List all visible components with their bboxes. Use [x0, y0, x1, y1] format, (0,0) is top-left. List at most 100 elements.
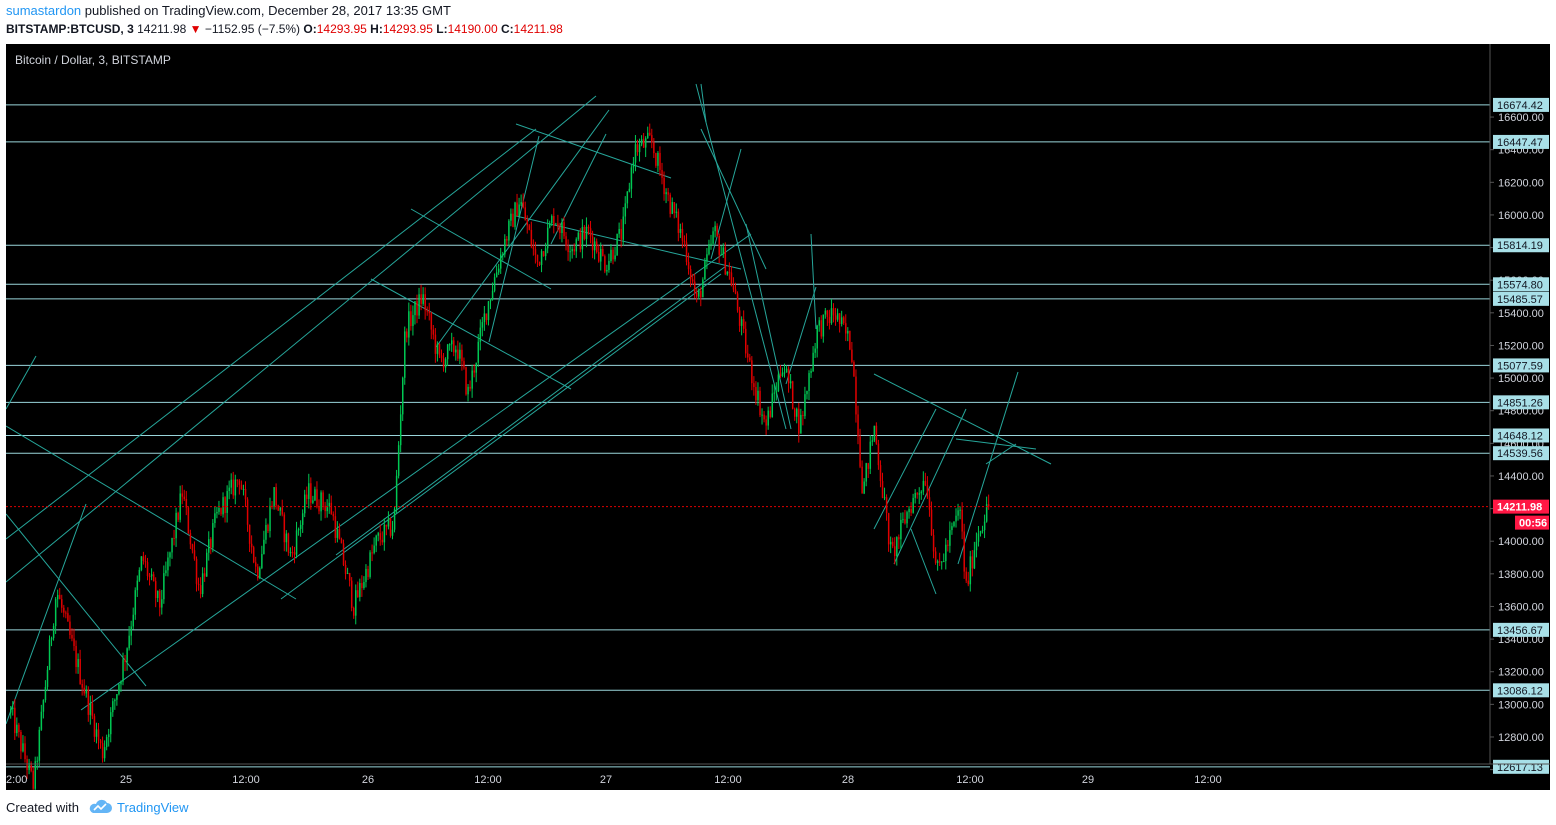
candle[interactable]: [438, 343, 441, 359]
candle[interactable]: [753, 376, 755, 396]
candle[interactable]: [806, 390, 808, 400]
candle[interactable]: [687, 252, 690, 275]
candle[interactable]: [977, 525, 980, 547]
candle[interactable]: [77, 653, 79, 674]
candle[interactable]: [775, 382, 778, 401]
candle[interactable]: [520, 194, 522, 207]
candle[interactable]: [655, 152, 657, 168]
candle[interactable]: [481, 316, 484, 337]
candle[interactable]: [704, 257, 706, 280]
candle[interactable]: [171, 537, 173, 559]
candle[interactable]: [371, 544, 373, 562]
candle[interactable]: [863, 478, 865, 495]
candle[interactable]: [226, 485, 228, 523]
candle[interactable]: [473, 364, 475, 378]
candle[interactable]: [167, 551, 169, 577]
candle[interactable]: [287, 532, 290, 556]
level-price-tag[interactable]: 15077.59: [1493, 358, 1549, 373]
candle[interactable]: [824, 307, 827, 319]
candle[interactable]: [714, 221, 716, 238]
candle[interactable]: [301, 509, 304, 533]
candle[interactable]: [889, 536, 892, 554]
candle[interactable]: [642, 132, 645, 149]
candle[interactable]: [708, 239, 710, 256]
candle[interactable]: [673, 201, 676, 219]
candle[interactable]: [920, 490, 923, 500]
candle[interactable]: [404, 326, 406, 385]
candle[interactable]: [365, 564, 367, 588]
trend-line[interactable]: [955, 438, 1037, 450]
candle[interactable]: [212, 519, 214, 553]
candle[interactable]: [702, 277, 704, 298]
candle[interactable]: [487, 300, 490, 326]
candle[interactable]: [896, 536, 898, 566]
candle[interactable]: [606, 264, 608, 276]
candle[interactable]: [375, 534, 377, 553]
candle[interactable]: [173, 529, 175, 546]
candle[interactable]: [399, 405, 402, 453]
candle[interactable]: [281, 499, 284, 517]
level-price-tag[interactable]: 12617.13: [1493, 759, 1549, 774]
candle[interactable]: [361, 575, 363, 597]
candle[interactable]: [785, 365, 788, 373]
candle[interactable]: [240, 480, 243, 490]
candle[interactable]: [936, 559, 939, 571]
candle[interactable]: [908, 506, 910, 519]
candle[interactable]: [577, 230, 580, 241]
candle[interactable]: [126, 647, 128, 671]
candle[interactable]: [316, 481, 318, 509]
candle[interactable]: [981, 525, 984, 534]
candle[interactable]: [546, 219, 549, 254]
candle[interactable]: [138, 567, 141, 582]
candle[interactable]: [161, 589, 163, 615]
candle[interactable]: [179, 485, 181, 523]
candle[interactable]: [16, 717, 18, 737]
candle[interactable]: [553, 208, 555, 234]
candle[interactable]: [589, 220, 592, 244]
candle[interactable]: [745, 321, 747, 358]
candle[interactable]: [834, 307, 837, 326]
candle[interactable]: [459, 342, 461, 365]
candle[interactable]: [34, 756, 37, 790]
candle[interactable]: [214, 506, 216, 528]
candle[interactable]: [963, 523, 965, 579]
candle[interactable]: [20, 729, 22, 760]
candle[interactable]: [350, 577, 353, 612]
candle[interactable]: [377, 531, 380, 542]
candle[interactable]: [54, 597, 57, 634]
candle[interactable]: [953, 521, 955, 528]
candle[interactable]: [81, 679, 83, 696]
candle[interactable]: [299, 520, 302, 537]
candle[interactable]: [632, 156, 635, 174]
candle[interactable]: [95, 722, 98, 744]
candle[interactable]: [742, 310, 745, 334]
chart-area[interactable]: 12400.0012600.0012800.0013000.0013200.00…: [6, 44, 1550, 790]
candle[interactable]: [108, 728, 110, 747]
candle[interactable]: [718, 233, 720, 264]
candle[interactable]: [306, 486, 308, 505]
trend-line[interactable]: [893, 408, 967, 565]
candle[interactable]: [304, 489, 306, 518]
candle[interactable]: [789, 374, 792, 389]
candle[interactable]: [105, 734, 108, 751]
candle[interactable]: [206, 548, 208, 577]
candle[interactable]: [330, 495, 333, 515]
candle[interactable]: [947, 540, 949, 552]
candle[interactable]: [434, 328, 437, 363]
candle[interactable]: [340, 537, 343, 544]
candle[interactable]: [575, 237, 578, 258]
candle[interactable]: [828, 309, 831, 330]
candle[interactable]: [73, 628, 75, 651]
candle[interactable]: [859, 428, 861, 469]
candle[interactable]: [236, 479, 239, 488]
candle[interactable]: [479, 319, 482, 351]
candle[interactable]: [510, 208, 512, 227]
candle[interactable]: [402, 376, 404, 421]
candle[interactable]: [395, 469, 398, 513]
candle[interactable]: [938, 552, 941, 567]
candle[interactable]: [728, 262, 731, 280]
candle[interactable]: [169, 551, 171, 567]
candle[interactable]: [667, 187, 669, 202]
candle[interactable]: [759, 386, 761, 418]
candle[interactable]: [444, 357, 447, 373]
